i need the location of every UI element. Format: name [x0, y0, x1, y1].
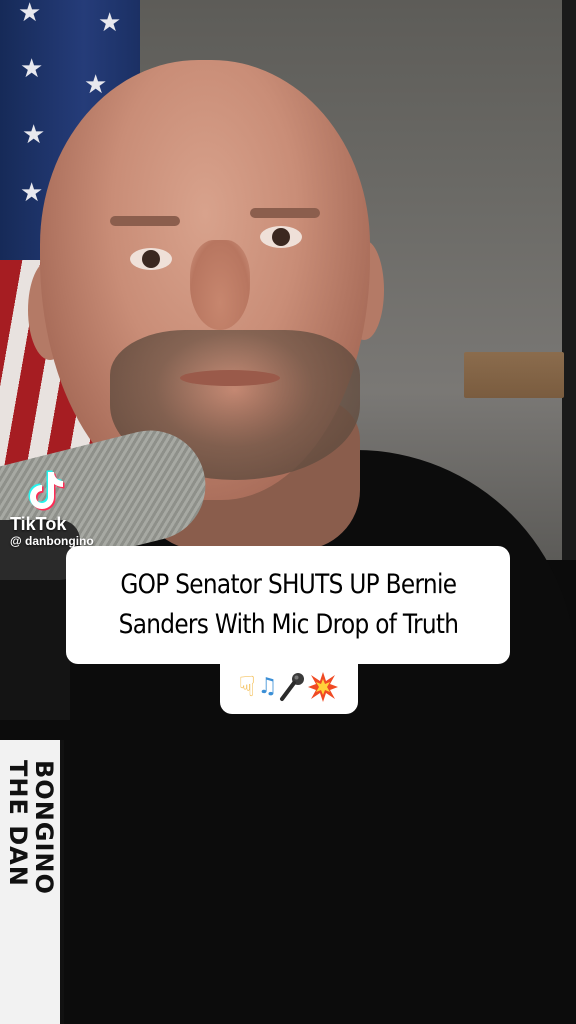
flag-star: ★	[20, 54, 44, 84]
video-frame: ★ ★ ★ ★ ★ ★ THE DAN BONGINO TikTok @ dan…	[0, 0, 576, 1024]
book-spine-line: THE DAN	[4, 760, 32, 887]
flag-star: ★	[84, 70, 108, 100]
hand-pointing-down-icon: ☟	[238, 670, 256, 703]
tiktok-watermark: TikTok @ danbongino	[10, 468, 140, 548]
wood-shelf	[464, 352, 564, 398]
tiktok-logo-icon	[28, 470, 65, 511]
flag-star: ★	[98, 8, 122, 38]
flag-star: ★	[20, 178, 44, 208]
mouth	[180, 370, 280, 386]
backdrop-edge	[562, 0, 576, 560]
tiktok-brand: TikTok	[10, 514, 67, 534]
eye	[260, 226, 302, 248]
caption-line: GOP Senator SHUTS UP Bernie	[120, 569, 457, 600]
microphone-icon	[280, 673, 305, 701]
eyebrow	[250, 208, 320, 218]
mic-stand	[0, 560, 70, 720]
nose	[190, 240, 250, 330]
eye	[130, 248, 172, 270]
caption-emoji-row: ☟ ♫	[220, 660, 358, 714]
musical-notes-icon: ♫	[257, 674, 278, 699]
book-spine-line: BONGINO	[30, 760, 58, 895]
flag-star: ★	[22, 120, 46, 150]
caption-line: Sanders With Mic Drop of Truth	[118, 609, 458, 640]
collision-icon	[308, 672, 339, 702]
eyebrow	[110, 216, 180, 226]
flag-star: ★	[18, 0, 42, 28]
book-spine-title: THE DAN BONGINO	[4, 760, 58, 1020]
caption-box: GOP Senator SHUTS UP Bernie Sanders With…	[66, 546, 510, 664]
